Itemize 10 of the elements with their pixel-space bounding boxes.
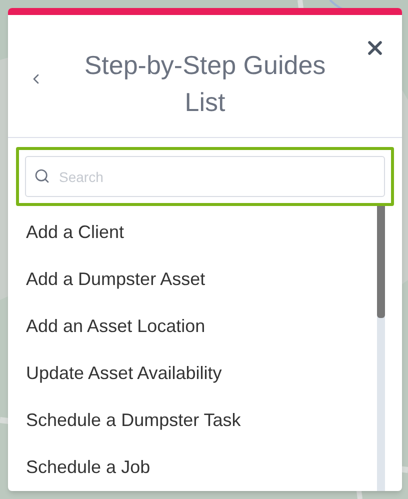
guide-link[interactable]: Update Asset Availability [26,361,222,385]
search-icon [34,168,50,184]
scrollbar-thumb[interactable] [377,206,385,318]
panel-title: Step-by-Step Guides List [83,49,327,119]
guide-link[interactable]: Schedule a Dumpster Task [26,408,241,432]
guide-link[interactable]: Schedule a Job [26,455,150,479]
search-field[interactable]: Search [25,156,385,197]
guide-link[interactable]: Add a Dumpster Asset [26,267,206,291]
guide-link[interactable]: Add an Asset Location [26,314,206,338]
guide-link[interactable]: Add a Client [26,220,124,244]
